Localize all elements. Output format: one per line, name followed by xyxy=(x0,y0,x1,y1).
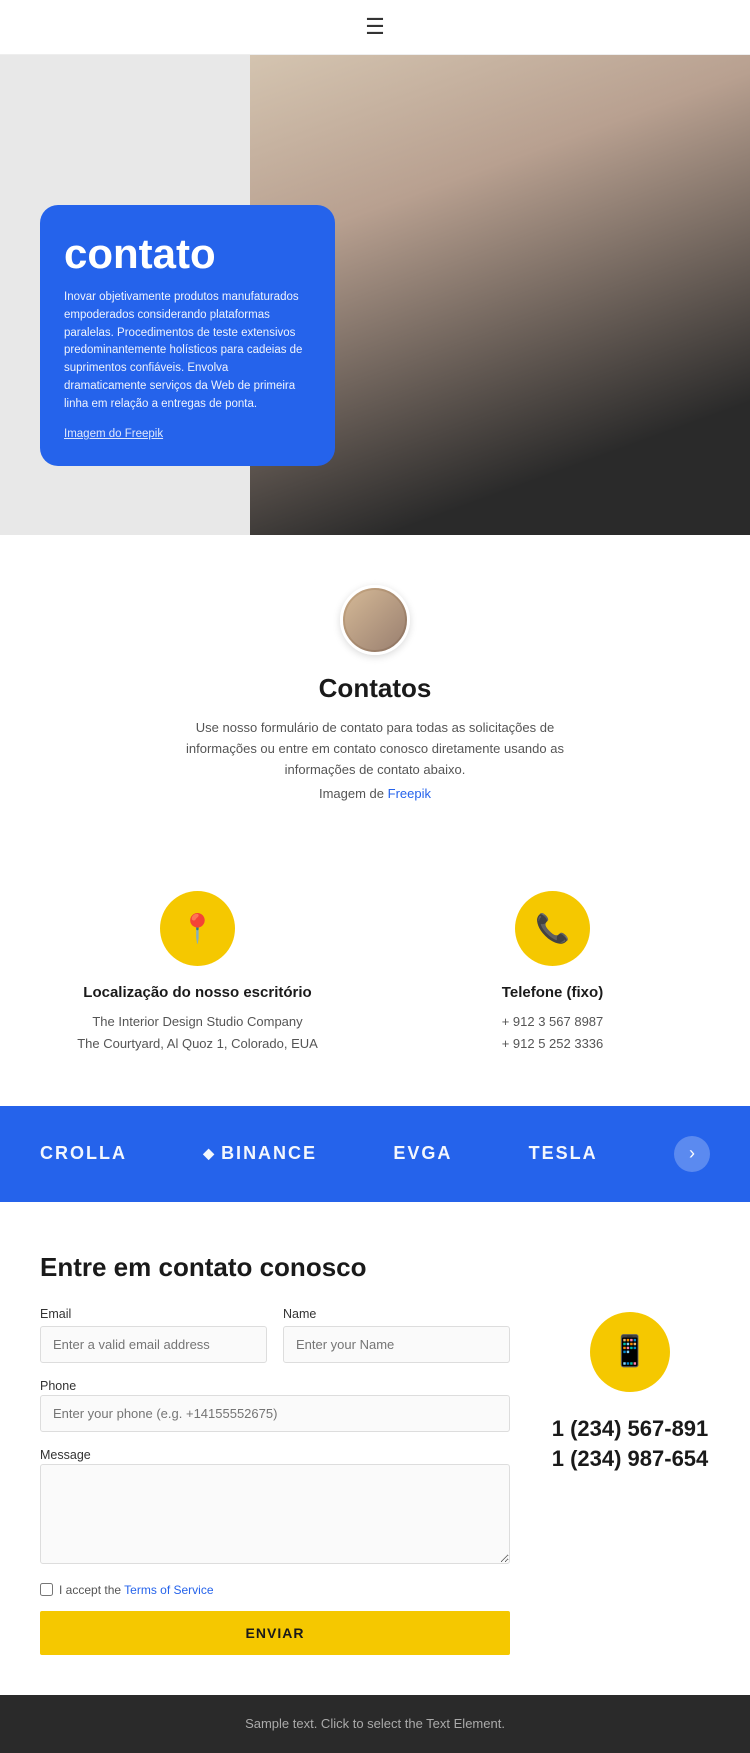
phone-icon-circle: 📞 xyxy=(515,891,590,966)
contact-phone-icon: 📱 xyxy=(611,1334,648,1369)
phone-input[interactable] xyxy=(40,1395,510,1432)
form-group-name: Name xyxy=(283,1307,510,1363)
hamburger-icon[interactable]: ☰ xyxy=(365,14,385,40)
location-icon-circle: 📍 xyxy=(160,891,235,966)
form-section-title: Entre em contato conosco xyxy=(40,1252,510,1283)
location-card-title: Localização do nosso escritório xyxy=(40,984,355,1001)
contact-phone-number1: 1 (234) 567-891 xyxy=(552,1414,709,1445)
email-input[interactable] xyxy=(40,1326,267,1363)
terms-checkbox[interactable] xyxy=(40,1583,53,1596)
avatar-image xyxy=(345,590,405,650)
message-label: Message xyxy=(40,1448,91,1462)
contact-cards: 📍 Localização do nosso escritório The In… xyxy=(0,881,750,1105)
contacts-description: Use nosso formulário de contato para tod… xyxy=(185,718,565,780)
hero-title: contato xyxy=(64,233,311,275)
hero-section: contato Inovar objetivamente produtos ma… xyxy=(0,55,750,535)
terms-text: I accept the Terms of Service xyxy=(59,1583,214,1597)
terms-row: I accept the Terms of Service xyxy=(40,1583,510,1597)
brand-tesla: TESLA xyxy=(529,1143,598,1164)
form-left: Entre em contato conosco Email Name Phon… xyxy=(40,1252,510,1655)
phone-card-title: Telefone (fixo) xyxy=(395,984,710,1001)
form-group-phone: Phone xyxy=(40,1377,510,1432)
message-textarea[interactable] xyxy=(40,1464,510,1564)
contact-phone-icon-circle: 📱 xyxy=(590,1312,670,1392)
brand-evga: EVGA xyxy=(393,1143,452,1164)
name-input[interactable] xyxy=(283,1326,510,1363)
form-section: Entre em contato conosco Email Name Phon… xyxy=(0,1202,750,1695)
footer-text: Sample text. Click to select the Text El… xyxy=(245,1716,505,1731)
contact-card-phone: 📞 Telefone (fixo) + 912 3 567 8987+ 912 … xyxy=(375,881,730,1065)
email-label: Email xyxy=(40,1307,267,1321)
contacts-title: Contatos xyxy=(30,673,720,704)
footer: Sample text. Click to select the Text El… xyxy=(0,1695,750,1753)
submit-button[interactable]: ENVIAR xyxy=(40,1611,510,1655)
form-group-email: Email xyxy=(40,1307,267,1363)
nav-bar: ☰ xyxy=(0,0,750,55)
location-card-text: The Interior Design Studio CompanyThe Co… xyxy=(40,1011,355,1055)
form-right: 📱 1 (234) 567-891 1 (234) 987-654 xyxy=(550,1252,710,1476)
form-row-email-name: Email Name xyxy=(40,1307,510,1363)
brand-binance: BINANCE xyxy=(203,1143,317,1164)
brands-next-button[interactable]: › xyxy=(674,1136,710,1172)
contact-phone-number2: 1 (234) 987-654 xyxy=(552,1444,709,1475)
name-label: Name xyxy=(283,1307,510,1321)
form-group-message: Message xyxy=(40,1446,510,1569)
contacts-section: Contatos Use nosso formulário de contato… xyxy=(0,535,750,881)
contact-card-location: 📍 Localização do nosso escritório The In… xyxy=(20,881,375,1065)
hero-image-credit[interactable]: Imagem do Freepik xyxy=(64,428,163,440)
location-icon: 📍 xyxy=(180,912,215,945)
avatar xyxy=(340,585,410,655)
terms-link[interactable]: Terms of Service xyxy=(124,1583,213,1597)
phone-card-text: + 912 3 567 8987+ 912 5 252 3336 xyxy=(395,1011,710,1055)
terms-prefix: I accept the xyxy=(59,1583,124,1597)
contacts-image-credit: Imagem de Freepik xyxy=(30,786,720,801)
brand-crolla: CROLLA xyxy=(40,1143,127,1164)
phone-icon: 📞 xyxy=(535,912,570,945)
image-credit-prefix: Imagem de xyxy=(319,786,388,801)
hero-card: contato Inovar objetivamente produtos ma… xyxy=(40,205,335,466)
hero-description: Inovar objetivamente produtos manufatura… xyxy=(64,289,311,414)
brands-banner: CROLLA BINANCE EVGA TESLA › xyxy=(0,1106,750,1202)
phone-label: Phone xyxy=(40,1379,76,1393)
freepik-link[interactable]: Freepik xyxy=(388,786,431,801)
